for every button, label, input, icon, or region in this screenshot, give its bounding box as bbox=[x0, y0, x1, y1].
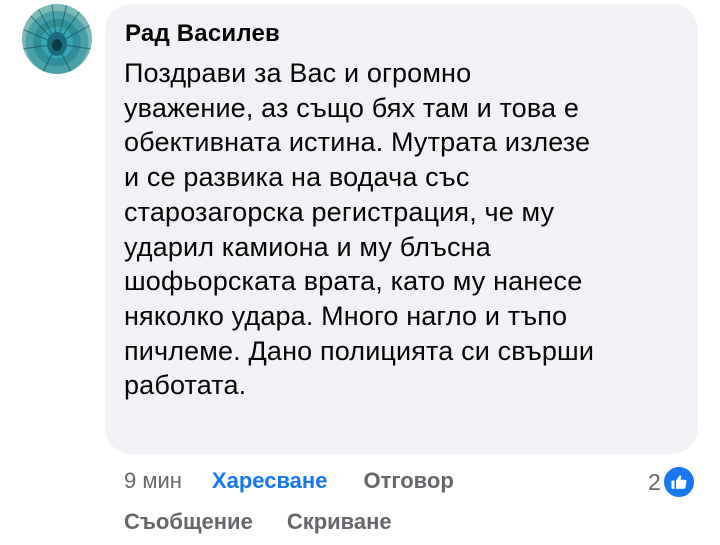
peacock-feather-icon bbox=[22, 4, 92, 74]
thumbs-up-icon bbox=[661, 465, 696, 499]
comment-text: Поздрави за Вас и огромно уважение, аз с… bbox=[124, 58, 595, 401]
comment-author[interactable]: Рад Василев bbox=[125, 20, 280, 48]
like-button[interactable]: Харесване bbox=[212, 468, 328, 494]
message-button[interactable]: Съобщение bbox=[124, 509, 253, 535]
comment-actions: 9 мин Харесване Отговор bbox=[124, 468, 454, 494]
hide-button[interactable]: Скриване bbox=[287, 509, 392, 535]
avatar[interactable] bbox=[22, 4, 92, 74]
reply-button[interactable]: Отговор bbox=[363, 468, 453, 494]
reaction-summary[interactable]: 2 bbox=[648, 465, 696, 499]
comment-timestamp[interactable]: 9 мин bbox=[124, 468, 182, 494]
reaction-count: 2 bbox=[648, 468, 661, 495]
comment-actions-secondary: Съобщение Скриване bbox=[124, 509, 392, 535]
